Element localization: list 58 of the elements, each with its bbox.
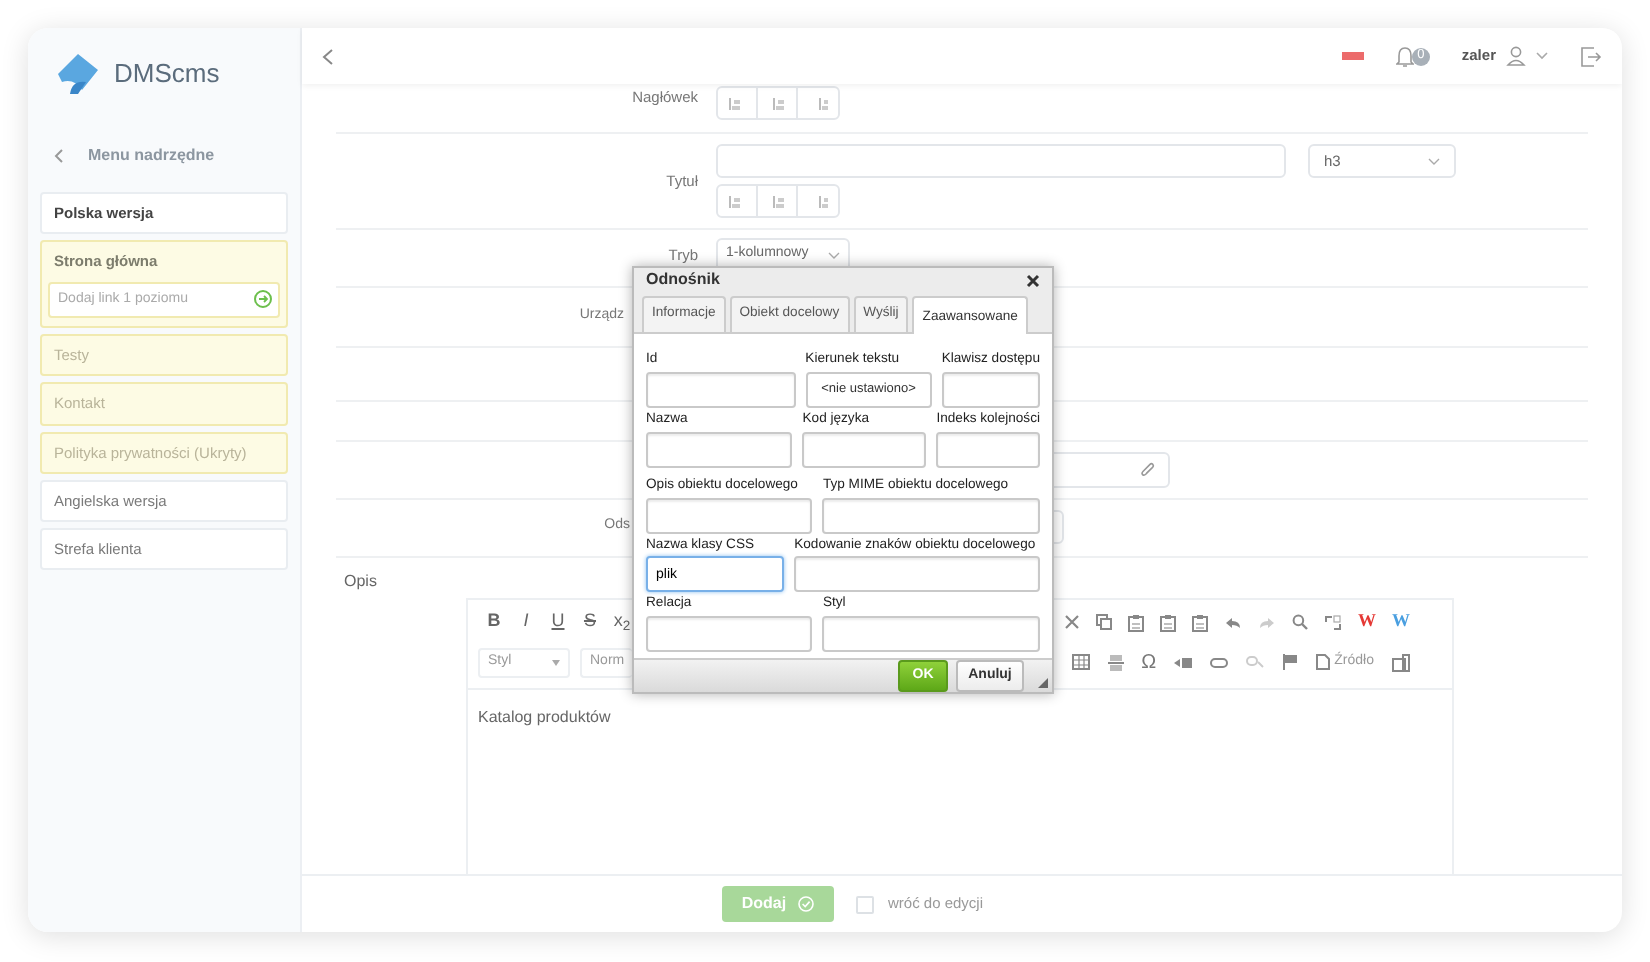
align-icon[interactable]: [768, 193, 786, 209]
chevron-icon[interactable]: [1428, 157, 1440, 165]
text-field[interactable]: [822, 497, 1040, 534]
logo-text: DMScms: [114, 56, 220, 93]
paste-icon[interactable]: [1192, 613, 1208, 631]
search-icon[interactable]: [1292, 614, 1308, 630]
return-checkbox[interactable]: [856, 895, 874, 913]
bell-icon[interactable]: [1395, 45, 1414, 67]
paste-icon[interactable]: [1128, 613, 1144, 631]
check-circle-icon: [798, 896, 815, 912]
format-button[interactable]: S: [574, 608, 606, 636]
field-label: Opis: [344, 572, 377, 590]
text-field[interactable]: [646, 371, 796, 408]
document-icon: [1316, 654, 1331, 670]
undo-icon[interactable]: [1224, 615, 1242, 629]
align-icon[interactable]: [728, 193, 746, 209]
alignment-button-group[interactable]: [716, 184, 840, 218]
text-field[interactable]: [646, 616, 813, 653]
redo-icon[interactable]: [1258, 615, 1276, 629]
dialog-title: Odnośnik: [646, 268, 720, 292]
table-icon[interactable]: [1071, 654, 1090, 670]
text-field[interactable]: [802, 431, 927, 468]
logo-icon: [54, 50, 102, 98]
paperclip-icon: [1140, 462, 1156, 478]
text-field[interactable]: [646, 497, 813, 534]
caret-icon[interactable]: [552, 659, 560, 665]
arrow-circle-icon[interactable]: [254, 289, 272, 307]
text-input[interactable]: [716, 144, 1286, 178]
text-field[interactable]: [936, 431, 1040, 468]
text-field[interactable]: [822, 616, 1040, 653]
format-button[interactable]: I: [510, 608, 542, 636]
flag-icon[interactable]: [1282, 654, 1299, 670]
preview-icon[interactable]: [1392, 653, 1410, 671]
logout-icon[interactable]: [1580, 45, 1602, 67]
back-icon[interactable]: [322, 47, 334, 65]
text-field[interactable]: [646, 431, 793, 468]
indent-icon[interactable]: [1174, 655, 1193, 669]
format-button[interactable]: U: [542, 608, 574, 636]
align-icon[interactable]: [728, 95, 746, 111]
align-icon[interactable]: [768, 95, 786, 111]
flag-icon[interactable]: [1341, 52, 1364, 60]
resize-grip-icon[interactable]: [1038, 678, 1048, 689]
format-button[interactable]: x$_{2}$: [606, 608, 638, 636]
copy-icon[interactable]: [1096, 614, 1112, 630]
format-button[interactable]: B: [478, 608, 510, 636]
close-icon[interactable]: [1026, 273, 1040, 287]
chevron-icon[interactable]: [828, 251, 840, 259]
spellcheck-button[interactable]: W: [1358, 608, 1376, 636]
alignment-button-group[interactable]: [716, 86, 840, 120]
user-icon[interactable]: [1506, 46, 1526, 66]
caret-icon[interactable]: [1536, 52, 1548, 60]
text-field[interactable]: [794, 556, 1040, 593]
paste-icon[interactable]: [1160, 613, 1176, 631]
horizontal-line-icon[interactable]: [1107, 653, 1124, 671]
text-field[interactable]: [941, 371, 1040, 408]
link-icon[interactable]: [1210, 657, 1229, 667]
special-character-button[interactable]: Ω: [1141, 647, 1157, 677]
back-icon[interactable]: [54, 148, 64, 164]
